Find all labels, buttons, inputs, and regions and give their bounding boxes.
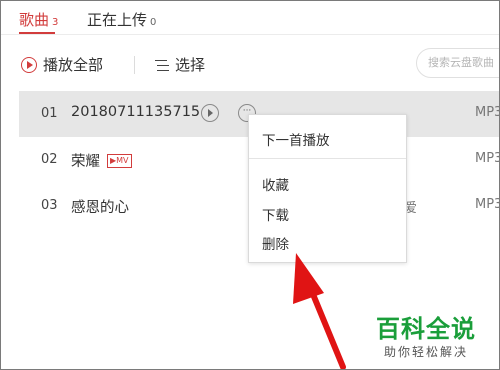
watermark-logo: 百科全说 助你轻松解决 <box>368 303 490 363</box>
list-select-icon <box>155 58 169 72</box>
menu-item-download[interactable]: 下载 <box>262 204 289 224</box>
song-number: 02 <box>41 152 58 167</box>
tabs-divider <box>1 34 499 35</box>
row-play-icon[interactable] <box>201 104 219 122</box>
song-number: 01 <box>41 106 58 121</box>
tab-bar: 歌曲 3 正在上传 0 <box>1 1 499 35</box>
tab-songs-count: 3 <box>52 17 59 28</box>
song-title[interactable]: 感恩的心 <box>71 196 129 217</box>
menu-item-play-next[interactable]: 下一首播放 <box>262 129 330 149</box>
song-format: MP3 <box>475 197 500 212</box>
play-all-button[interactable]: 播放全部 <box>21 54 103 75</box>
song-number: 03 <box>41 198 58 213</box>
select-label: 选择 <box>175 56 206 74</box>
app-window: 歌曲 3 正在上传 0 播放全部 选择 搜索云盘歌曲 01 201807111357… <box>0 0 500 370</box>
watermark-title: 百科全说 <box>376 315 476 343</box>
select-button[interactable]: 选择 <box>155 54 205 75</box>
song-format: MP3 <box>475 105 500 120</box>
tab-songs-label: 歌曲 <box>19 11 50 29</box>
search-placeholder: 搜索云盘歌曲 <box>428 56 494 69</box>
song-format: MP3 <box>475 151 500 166</box>
tab-songs[interactable]: 歌曲 3 <box>19 9 58 30</box>
play-circle-icon <box>21 56 37 73</box>
tab-uploading[interactable]: 正在上传 0 <box>87 9 156 30</box>
watermark-subtitle: 助你轻松解决 <box>384 345 469 359</box>
tab-uploading-count: 0 <box>150 17 157 28</box>
play-all-label: 播放全部 <box>43 56 104 74</box>
song-title[interactable]: 20180711135715 <box>71 104 200 120</box>
mv-badge[interactable]: ▶MV <box>107 154 132 168</box>
menu-item-delete[interactable]: 删除 <box>262 233 289 253</box>
toolbar: 播放全部 选择 搜索云盘歌曲 <box>1 41 499 86</box>
search-input[interactable]: 搜索云盘歌曲 <box>416 48 499 78</box>
menu-item-favorite[interactable]: 收藏 <box>262 174 289 194</box>
context-menu: 下一首播放 收藏 下载 删除 <box>248 114 407 263</box>
menu-divider <box>249 158 406 159</box>
toolbar-divider <box>134 56 135 74</box>
song-title[interactable]: 荣耀 <box>71 150 100 171</box>
tab-uploading-label: 正在上传 <box>87 11 148 29</box>
